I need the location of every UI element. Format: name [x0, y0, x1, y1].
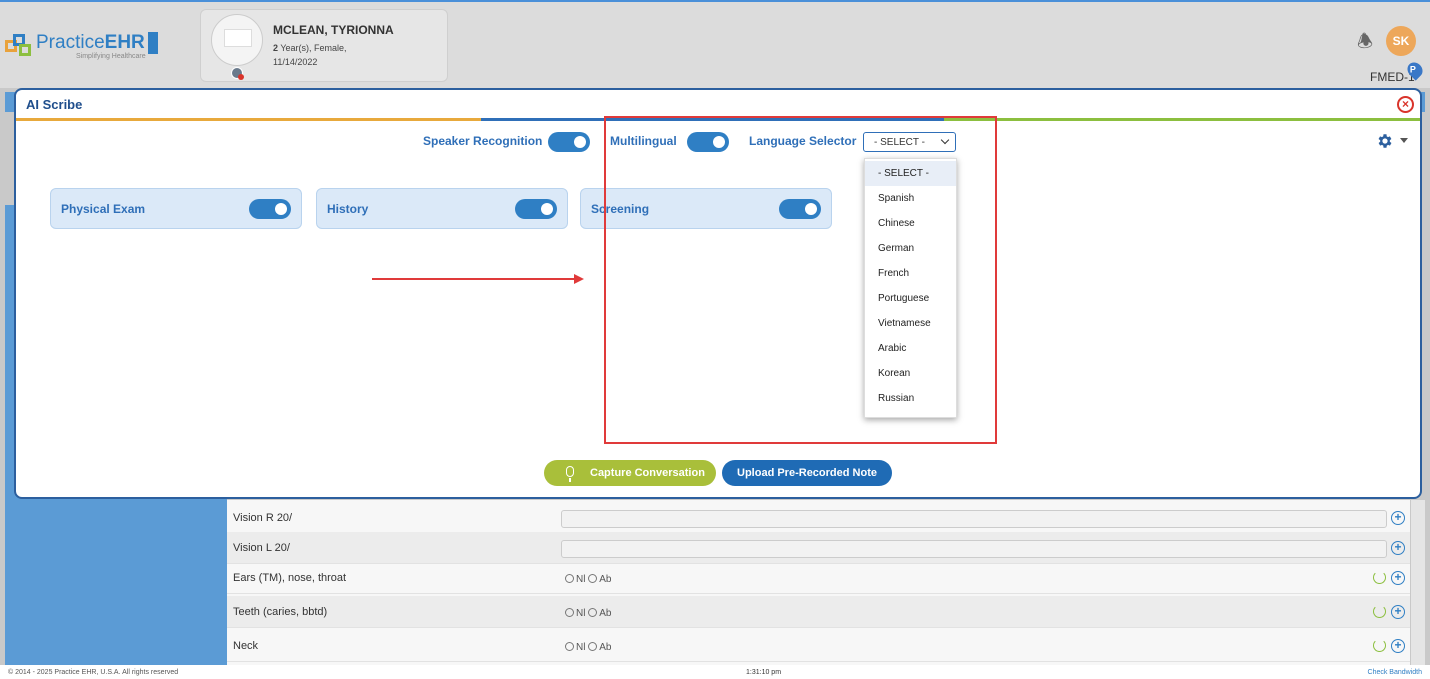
table-row: Vision R 20/ + — [227, 502, 1410, 534]
normal-abnormal-radios[interactable]: Nl Ab — [565, 642, 611, 653]
add-icon[interactable]: + — [1391, 639, 1405, 653]
speaker-recognition-label: Speaker Recognition — [423, 134, 543, 148]
add-icon[interactable]: + — [1391, 541, 1405, 555]
patient-demographics: 2 Year(s), Female, 11/14/2022 — [273, 43, 347, 67]
microphone-icon — [566, 466, 574, 482]
table-row: Ears (TM), nose, throat Nl Ab + — [227, 562, 1410, 594]
copyright-text: © 2014 - 2025 Practice EHR, U.S.A. All r… — [8, 669, 179, 676]
color-bar-green — [944, 118, 1420, 121]
add-icon[interactable]: + — [1391, 605, 1405, 619]
section-history: History — [316, 188, 568, 229]
upload-pre-recorded-note-button[interactable]: Upload Pre-Recorded Note — [722, 460, 892, 486]
patient-photo — [211, 14, 263, 66]
caret-down-icon[interactable] — [1400, 138, 1408, 143]
speaker-recognition-toggle[interactable] — [548, 132, 590, 152]
physical-exam-toggle[interactable] — [249, 199, 291, 219]
physical-exam-table: Vision R 20/ + Vision L 20/ + Ears (TM),… — [227, 500, 1410, 665]
patient-name: MCLEAN, TYRIONNA — [273, 23, 394, 37]
add-icon[interactable]: + — [1391, 571, 1405, 585]
modal-title: AI Scribe — [26, 97, 83, 112]
table-row: Vision L 20/ + — [227, 532, 1410, 564]
notification-bell-icon[interactable]: 🕭 — [1354, 30, 1376, 52]
annotation-arrow-line — [372, 278, 574, 280]
vision-right-input[interactable] — [561, 510, 1387, 528]
history-toggle[interactable] — [515, 199, 557, 219]
user-avatar[interactable]: SK — [1386, 26, 1416, 56]
row-label: Vision R 20/ — [233, 512, 293, 524]
vision-left-input[interactable] — [561, 540, 1387, 558]
section-label: Physical Exam — [61, 202, 146, 216]
add-icon[interactable]: + — [1391, 511, 1405, 525]
capture-button-label: Capture Conversation — [590, 467, 705, 479]
reset-icon[interactable] — [1373, 639, 1386, 652]
app-footer: © 2014 - 2025 Practice EHR, U.S.A. All r… — [0, 665, 1430, 679]
gear-icon[interactable] — [1376, 132, 1394, 150]
color-bar-orange — [16, 118, 481, 121]
row-label: Teeth (caries, bbtd) — [233, 606, 328, 618]
logo-tagline: Simplifying Healthcare — [76, 53, 146, 60]
patient-status-icon — [231, 67, 244, 80]
capture-conversation-button[interactable]: Capture Conversation — [544, 460, 716, 486]
reset-icon[interactable] — [1373, 571, 1386, 584]
section-physical-exam: Physical Exam — [50, 188, 302, 229]
patient-card[interactable]: MCLEAN, TYRIONNA 2 Year(s), Female, 11/1… — [200, 9, 448, 82]
normal-abnormal-radios[interactable]: Nl Ab — [565, 574, 611, 585]
practice-ehr-logo[interactable]: PracticeEHR Simplifying Healthcare — [5, 32, 158, 60]
ai-scribe-modal: AI Scribe × Speaker Recognition Multilin… — [14, 88, 1422, 499]
patient-dob: 11/14/2022 — [273, 57, 318, 67]
reset-icon[interactable] — [1373, 605, 1386, 618]
row-label: Vision L 20/ — [233, 542, 290, 554]
background-scrollbar[interactable] — [1411, 500, 1425, 665]
clock-time: 1:31:10 pm — [746, 669, 782, 676]
table-row: Neck Nl Ab + — [227, 630, 1410, 662]
section-label: History — [327, 202, 369, 216]
close-icon[interactable]: × — [1397, 96, 1414, 113]
logo-mark-icon — [5, 34, 33, 58]
row-label: Ears (TM), nose, throat — [233, 572, 347, 584]
annotation-arrow-head — [574, 274, 584, 284]
annotation-highlight-box — [604, 116, 997, 444]
table-row: Teeth (caries, bbtd) Nl Ab + — [227, 596, 1410, 628]
logo-text: PracticeEHR — [36, 32, 158, 54]
app-header: PracticeEHR Simplifying Healthcare MCLEA… — [0, 0, 1430, 88]
row-label: Neck — [233, 640, 259, 652]
check-bandwidth-link[interactable]: Check Bandwidth — [1368, 669, 1422, 676]
normal-abnormal-radios[interactable]: Nl Ab — [565, 608, 611, 619]
